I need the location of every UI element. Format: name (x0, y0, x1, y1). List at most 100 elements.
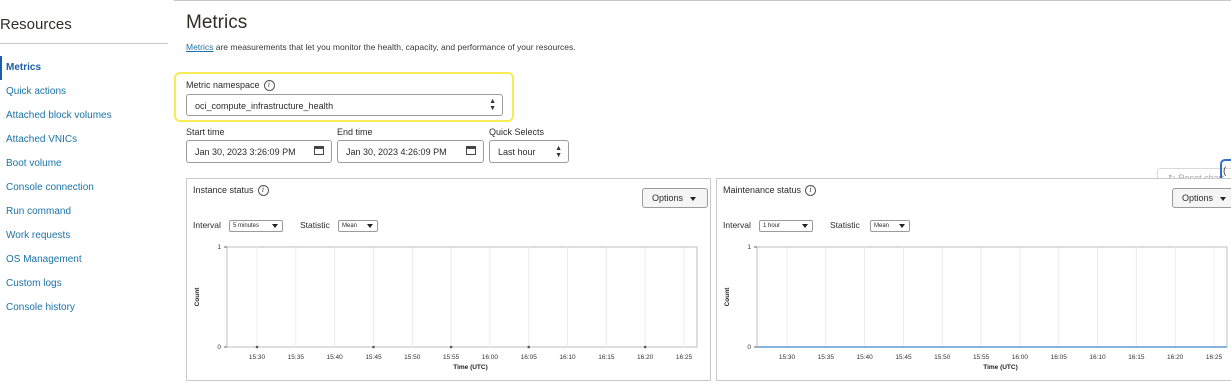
end-time-value: Jan 30, 2023 4:26:09 PM (346, 147, 447, 157)
sidebar-item-custom-logs[interactable]: Custom logs (0, 272, 170, 296)
x-tick-label: 15:50 (404, 354, 421, 361)
panel-title-wrap: Maintenance status i (723, 185, 817, 197)
options-label: Options (652, 193, 684, 203)
x-tick-label: 16:00 (482, 354, 499, 361)
options-button[interactable]: Options (642, 188, 708, 208)
divider (0, 43, 168, 44)
quick-selects-select[interactable]: Last hour ▲ ▼ (489, 140, 569, 163)
namespace-select[interactable]: oci_compute_infrastructure_health ▲ ▼ (186, 94, 503, 116)
sidebar-item-boot-volume[interactable]: Boot volume (0, 152, 170, 176)
sidebar-item-console-connection[interactable]: Console connection (0, 176, 170, 200)
caret-down-icon (802, 224, 808, 228)
info-icon[interactable]: i (263, 80, 275, 92)
instance-status-panel: Instance status i Options Interval 5 minu… (186, 178, 711, 381)
interval-value: 5 minutes (233, 223, 260, 229)
page-title: Metrics (186, 12, 248, 33)
statistic-select[interactable]: Mean (338, 220, 378, 232)
x-axis-label: Time (UTC) (453, 364, 488, 371)
x-tick-label: 15:30 (249, 354, 266, 361)
x-tick-label: 16:15 (1128, 354, 1145, 361)
start-time-value: Jan 30, 2023 3:26:09 PM (195, 147, 296, 157)
statistic-label: Statistic (830, 220, 860, 230)
data-point (643, 345, 647, 349)
x-tick-label: 15:50 (934, 354, 951, 361)
caret-down-icon (367, 224, 373, 228)
info-icon[interactable]: i (257, 185, 269, 197)
y-tick-label: 0 (747, 344, 751, 351)
x-tick-label: 16:20 (637, 354, 654, 361)
caret-down-icon (690, 196, 697, 201)
x-tick-label: 16:10 (559, 354, 576, 361)
sidebar-item-work-requests[interactable]: Work requests (0, 224, 170, 248)
y-tick-label: 1 (217, 244, 221, 251)
resources-title: Resources (0, 16, 72, 33)
x-tick-label: 16:05 (1051, 354, 1068, 361)
sidebar-item-metrics[interactable]: Metrics (0, 56, 170, 80)
statistic-select[interactable]: Mean (870, 220, 910, 232)
up-down-icon: ▲ ▼ (555, 145, 562, 159)
namespace-value: oci_compute_infrastructure_health (195, 101, 334, 111)
end-time-input[interactable]: Jan 30, 2023 4:26:09 PM (337, 140, 484, 163)
sidebar-nav: Metrics Quick actions Attached block vol… (0, 56, 170, 320)
options-button[interactable]: Options (1172, 188, 1231, 208)
sidebar-item-quick-actions[interactable]: Quick actions (0, 80, 170, 104)
instance-status-chart: 15:30 15:35 15:40 15:45 15:50 15:55 16:00 16:05… (194, 244, 698, 371)
x-tick-label: 16:25 (1206, 354, 1223, 361)
x-tick-label: 16:15 (598, 354, 615, 361)
y-axis-label: Count (724, 287, 731, 307)
statistic-value: Mean (342, 223, 358, 229)
sidebar-item-attached-vnics[interactable]: Attached VNICs (0, 128, 170, 152)
x-axis-label: Time (UTC) (983, 364, 1018, 371)
x-tick-label: 15:55 (443, 354, 460, 361)
x-tick-label: 15:55 (973, 354, 990, 361)
x-tick-label: 15:45 (365, 354, 382, 361)
quick-selects-value: Last hour (498, 147, 536, 157)
sidebar-item-attached-block-volumes[interactable]: Attached block volumes (0, 104, 170, 128)
info-icon: ( (1223, 166, 1227, 177)
caret-down-icon (1220, 196, 1227, 201)
page-description: Metrics are measurements that let you mo… (186, 42, 576, 52)
end-time-label: End time (337, 127, 373, 137)
interval-label: Interval (193, 220, 221, 230)
metrics-doc-link[interactable]: Metrics (186, 42, 213, 52)
caret-down-icon (272, 224, 278, 228)
sidebar-item-console-history[interactable]: Console history (0, 296, 170, 320)
data-point (527, 345, 531, 349)
x-tick-label: 16:25 (676, 354, 693, 361)
x-tick-label: 16:00 (1012, 354, 1029, 361)
interval-select[interactable]: 1 hour (759, 220, 813, 232)
calendar-icon[interactable] (314, 146, 324, 155)
x-tick-label: 15:35 (818, 354, 835, 361)
statistic-value: Mean (874, 223, 890, 229)
interval-select[interactable]: 5 minutes (229, 220, 283, 232)
up-down-icon: ▲ ▼ (489, 98, 496, 112)
x-tick-label: 16:10 (1089, 354, 1106, 361)
x-tick-label: 16:20 (1167, 354, 1184, 361)
data-point (449, 345, 453, 349)
start-time-input[interactable]: Jan 30, 2023 3:26:09 PM (186, 140, 332, 163)
top-divider (174, 0, 1231, 1)
calendar-icon[interactable] (466, 146, 476, 155)
panel-title: Maintenance status (723, 185, 802, 195)
sidebar-item-run-command[interactable]: Run command (0, 200, 170, 224)
x-tick-label: 15:40 (856, 354, 873, 361)
panel-title-wrap: Instance status i (193, 185, 269, 197)
x-tick-label: 15:45 (895, 354, 912, 361)
x-tick-label: 15:40 (326, 354, 343, 361)
y-tick-label: 0 (217, 344, 221, 351)
quick-selects-label: Quick Selects (489, 127, 545, 137)
data-point (255, 345, 259, 349)
namespace-label-wrap: Metric namespace i (186, 80, 275, 92)
caret-down-icon (899, 224, 905, 228)
panel-title: Instance status (193, 185, 254, 195)
y-tick-label: 1 (747, 244, 751, 251)
maintenance-status-chart: 15:30 15:35 15:40 15:45 15:50 15:55 16:00 16:05… (724, 244, 1228, 371)
description-text: are measurements that let you monitor th… (213, 42, 576, 52)
plot-area (226, 246, 698, 348)
x-tick-label: 15:35 (288, 354, 305, 361)
x-tick-label: 16:05 (521, 354, 538, 361)
sidebar-item-os-management[interactable]: OS Management (0, 248, 170, 272)
x-tick-label: 15:30 (779, 354, 796, 361)
interval-value: 1 hour (763, 223, 781, 229)
info-icon[interactable]: i (805, 185, 817, 197)
